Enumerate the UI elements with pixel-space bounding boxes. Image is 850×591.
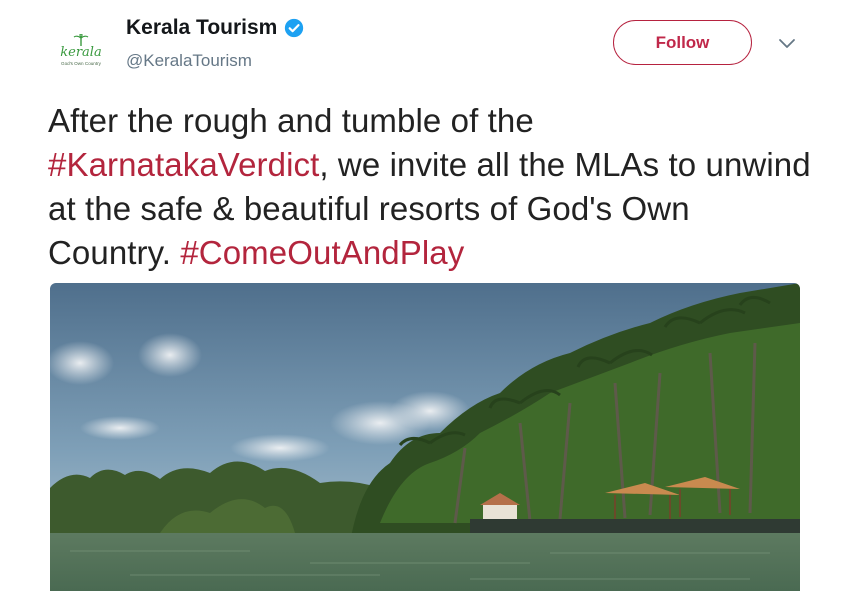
tweet-text: After the rough and tumble of the #Karna… (48, 99, 818, 275)
logo-tagline: God's Own Country (61, 60, 101, 66)
user-handle[interactable]: @KeralaTourism (126, 51, 252, 71)
tweet-photo[interactable] (50, 283, 800, 591)
chevron-down-icon[interactable] (778, 36, 796, 50)
verified-badge-icon (285, 18, 304, 38)
palm-logo-icon (73, 33, 89, 46)
follow-button[interactable]: Follow (613, 20, 752, 65)
display-name-label: Kerala Tourism (126, 16, 278, 39)
logo-word: kerala (60, 44, 102, 60)
profile-avatar[interactable]: kerala God's Own Country (48, 26, 114, 74)
tweet-card: kerala God's Own Country Kerala Tourism … (0, 0, 850, 591)
backwaters-photo-image (50, 283, 800, 591)
tweet-text-part-1: After the rough and tumble of the (48, 102, 534, 139)
hashtag-karnatakaverdict[interactable]: #KarnatakaVerdict (48, 146, 319, 183)
display-name[interactable]: Kerala Tourism (126, 16, 304, 40)
hashtag-comeoutandplay[interactable]: #ComeOutAndPlay (180, 234, 464, 271)
